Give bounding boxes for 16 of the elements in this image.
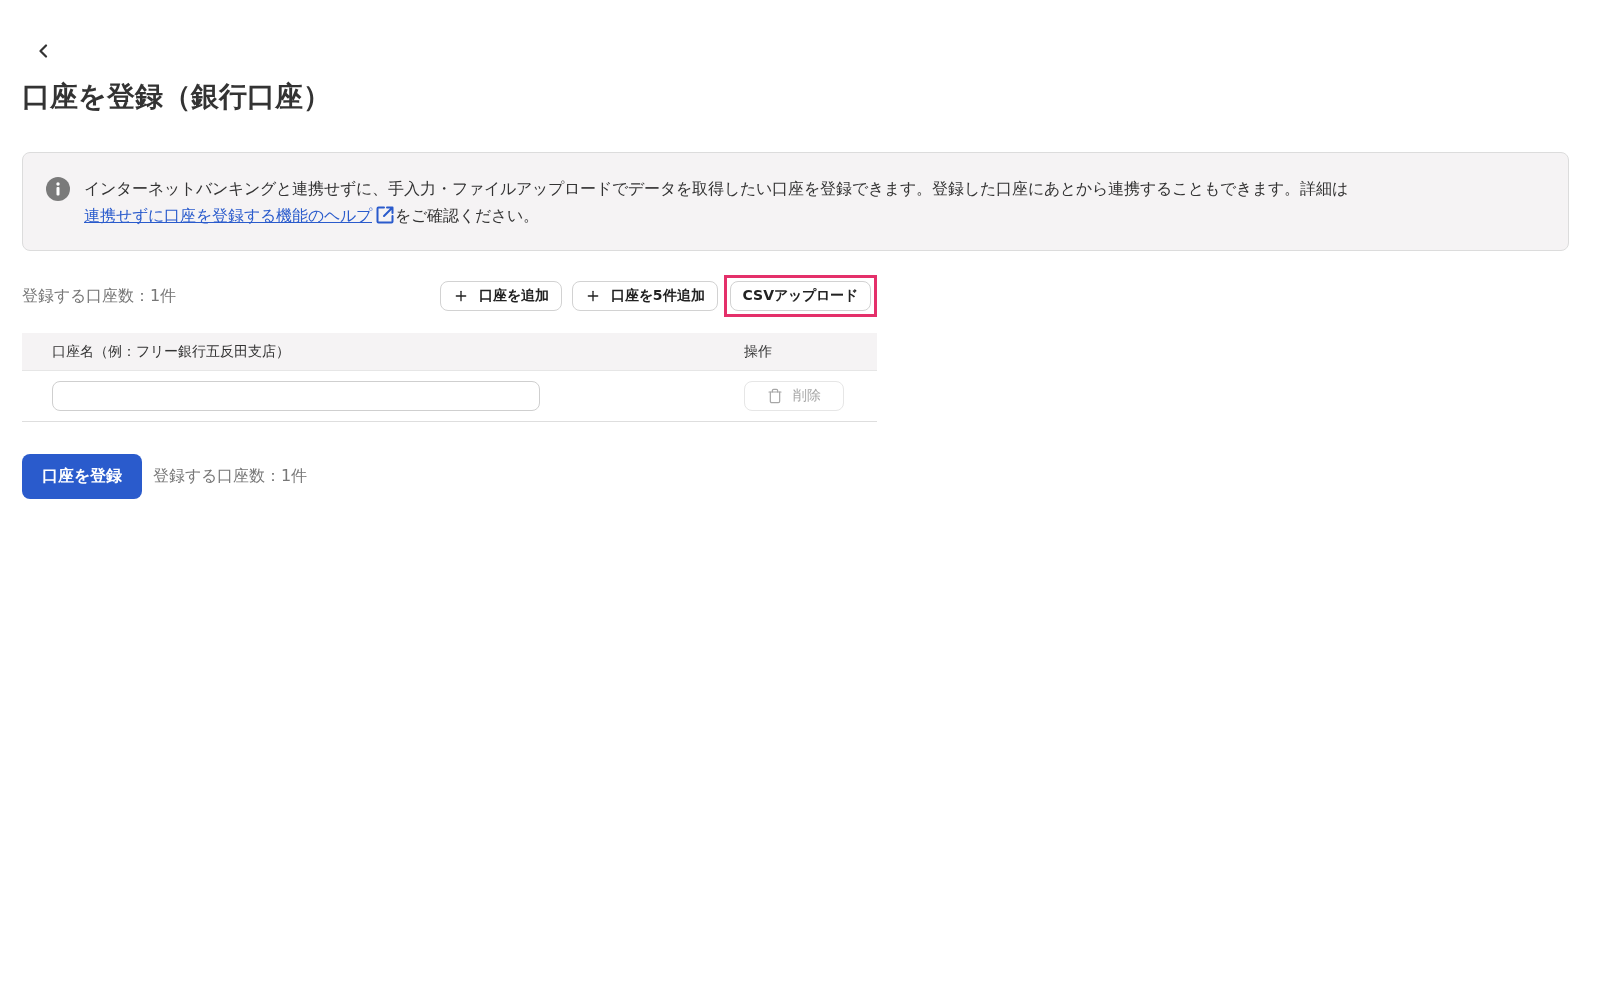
info-icon [46,177,70,201]
column-header: 操作 [744,342,772,361]
add-account-button[interactable]: 口座を5件追加 [571,281,718,311]
trash-icon [767,388,783,404]
external-link-icon [375,205,395,225]
register-button[interactable]: 口座を登録 [22,454,142,499]
account-name-input[interactable] [52,381,540,411]
account-count-label: 登録する口座数：1件 [153,466,308,487]
notice-text: インターネットバンキングと連携せずに、手入力・ファイルアップロードでデータを取得したい口座を登録できます。登録した口座にあとから連携することもできます。詳細は 連携せずに口座を登録する機能のヘルプ をご確認ください。 [84,178,1349,227]
csv-upload-button[interactable]: CSVアップロード [729,281,871,311]
help-link[interactable]: 連携せずに口座を登録する機能のヘルプ [84,206,395,225]
back-icon[interactable] [38,44,48,58]
column-header: 口座名（例：フリー銀行五反田支店） [52,342,290,361]
page-title: 口座を登録（銀行口座） [22,79,332,115]
add-account-button[interactable]: 口座を追加 [439,281,562,311]
account-count-label: 登録する口座数：1件 [22,285,177,307]
